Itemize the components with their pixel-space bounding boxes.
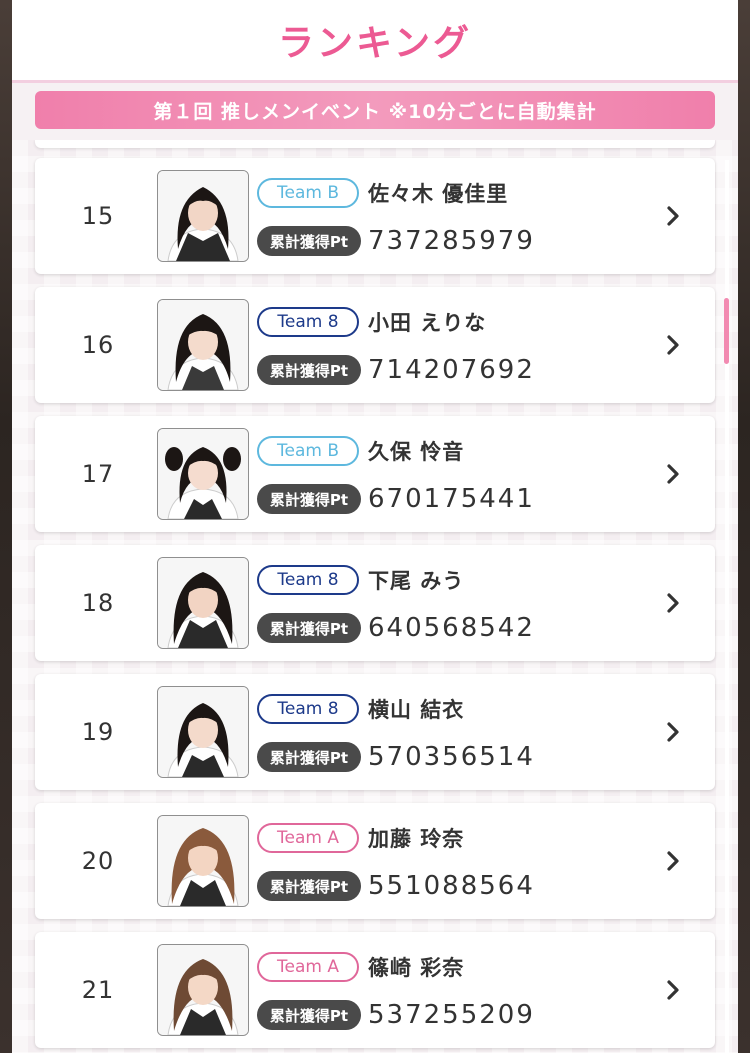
member-photo [157,944,249,1036]
ranking-row[interactable]: 16 Team 8 小田 えりな 累計獲得Pt 714207692 [35,287,715,403]
cumulative-points-label: 累計獲得Pt [257,742,361,772]
member-photo [157,428,249,520]
chevron-right-icon[interactable] [665,720,681,744]
event-banner: 第１回 推しメンイベント ※10分ごとに自動集計 [35,91,715,129]
cumulative-points-value: 537255209 [368,1000,535,1030]
cumulative-points-value: 570356514 [368,742,535,772]
ranking-row[interactable]: 15 Team B 佐々木 優佳里 累計獲得Pt 737285979 [35,158,715,274]
team-badge: Team 8 [257,565,359,595]
member-name: 佐々木 優佳里 [368,182,509,206]
member-name: 加藤 玲奈 [368,827,465,851]
previous-card-edge [35,140,715,148]
member-name: 篠崎 彩奈 [368,956,465,980]
rank-number: 21 [81,976,115,1004]
cumulative-points-label: 累計獲得Pt [257,226,361,256]
rank-number: 18 [81,589,115,617]
rank-number: 20 [81,847,115,875]
ranking-list[interactable]: 15 Team B 佐々木 優佳里 累計獲得Pt 737285979 16 Te… [12,140,738,1053]
chevron-right-icon[interactable] [665,591,681,615]
cumulative-points-value: 737285979 [368,226,535,256]
team-badge: Team B [257,436,359,466]
member-photo [157,686,249,778]
member-photo [157,299,249,391]
member-photo [157,815,249,907]
ranking-modal: ランキング 第１回 推しメンイベント ※10分ごとに自動集計 15 Team B… [12,0,738,1053]
member-name: 小田 えりな [368,311,487,335]
chevron-right-icon[interactable] [665,978,681,1002]
cumulative-points-value: 670175441 [368,484,535,514]
cumulative-points-value: 551088564 [368,871,535,901]
cumulative-points-label: 累計獲得Pt [257,355,361,385]
ranking-row[interactable]: 21 Team A 篠崎 彩奈 累計獲得Pt 537255209 [35,932,715,1048]
member-name: 下尾 みう [368,569,465,593]
scrollbar-thumb[interactable] [724,298,729,364]
rank-number: 15 [81,202,115,230]
member-photo [157,170,249,262]
rank-number: 17 [81,460,115,488]
member-photo [157,557,249,649]
rank-number: 19 [81,718,115,746]
team-badge: Team A [257,952,359,982]
member-name: 久保 怜音 [368,440,465,464]
chevron-right-icon[interactable] [665,204,681,228]
cumulative-points-label: 累計獲得Pt [257,871,361,901]
team-badge: Team 8 [257,694,359,724]
team-badge: Team B [257,178,359,208]
team-badge: Team A [257,823,359,853]
team-badge: Team 8 [257,307,359,337]
ranking-row[interactable]: 19 Team 8 横山 結衣 累計獲得Pt 570356514 [35,674,715,790]
cumulative-points-label: 累計獲得Pt [257,1000,361,1030]
ranking-row[interactable]: 17 Team B 久保 怜音 累計獲得Pt 670175441 [35,416,715,532]
ranking-row[interactable]: 18 Team 8 下尾 みう 累計獲得Pt 640568542 [35,545,715,661]
page-title: ランキング [278,23,472,64]
scrollbar-track[interactable] [725,160,729,1053]
modal-header: ランキング [12,0,738,83]
member-name: 横山 結衣 [368,698,465,722]
ranking-row[interactable]: 20 Team A 加藤 玲奈 累計獲得Pt 551088564 [35,803,715,919]
rank-number: 16 [81,331,115,359]
cumulative-points-value: 640568542 [368,613,535,643]
cumulative-points-label: 累計獲得Pt [257,613,361,643]
cumulative-points-label: 累計獲得Pt [257,484,361,514]
chevron-right-icon[interactable] [665,462,681,486]
cumulative-points-value: 714207692 [368,355,535,385]
background-right-edge [736,0,750,1053]
chevron-right-icon[interactable] [665,849,681,873]
chevron-right-icon[interactable] [665,333,681,357]
